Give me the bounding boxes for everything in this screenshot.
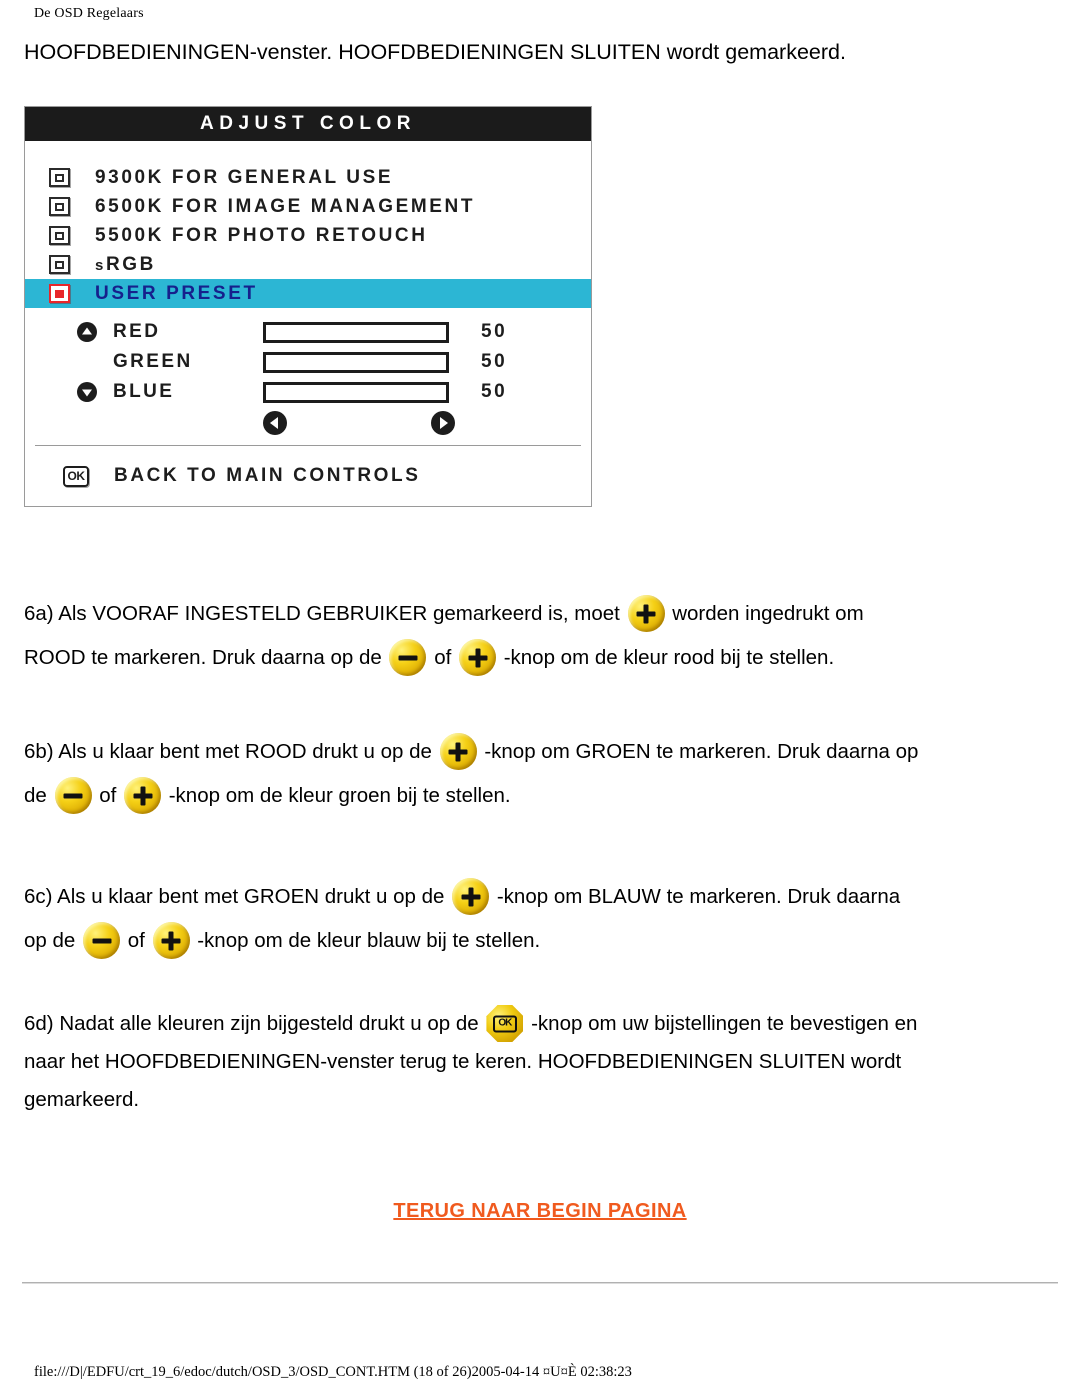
up-arrow-icon[interactable] (71, 322, 103, 342)
ok-button-icon[interactable]: OK (486, 1005, 524, 1042)
text-segment: -knop om uw bijstellingen te bevestigen … (531, 1012, 918, 1035)
down-arrow-icon[interactable] (71, 382, 103, 402)
back-to-top-container: TERUG NAAR BEGIN PAGINA (0, 1200, 1080, 1223)
osd-preset-row-6500k[interactable]: 6500K FOR IMAGE MANAGEMENT (25, 192, 591, 221)
osd-back-label: BACK TO MAIN CONTROLS (114, 465, 421, 486)
text-segment: -knop om GROEN te markeren. Druk daarna … (484, 740, 919, 763)
plus-button-icon[interactable] (452, 878, 490, 915)
paragraph-6d-line-3: gemarkeerd. (24, 1088, 140, 1111)
text-segment: -knop om BLAUW te markeren. Druk daarna (496, 885, 901, 908)
osd-top-spacer (25, 141, 591, 163)
page-footer-path: file:///D|/EDFU/crt_19_6/edoc/dutch/OSD_… (34, 1364, 632, 1380)
text-segment: de (24, 784, 47, 807)
paragraph-6b-line-2: de of -knop om de kleur groen bij te ste… (24, 774, 1064, 818)
osd-color-label: GREEN (113, 351, 193, 372)
osd-adjust-color-panel: ADJUST COLOR 9300K FOR GENERAL USE 6500K… (24, 106, 592, 507)
osd-preset-row-5500k[interactable]: 5500K FOR PHOTO RETOUCH (25, 221, 591, 250)
red-slider-value: 50 (481, 321, 508, 342)
text-segment: worden ingedrukt om (672, 602, 864, 625)
back-to-top-link[interactable]: TERUG NAAR BEGIN PAGINA (393, 1200, 686, 1222)
osd-nav-arrows (25, 407, 591, 439)
text-segment: of (99, 784, 117, 807)
text-segment: -knop om de kleur blauw bij te stellen. (197, 929, 541, 952)
osd-color-row-green[interactable]: GREEN 50 (25, 347, 591, 377)
text-segment: 6c) Als u klaar bent met GROEN drukt u o… (24, 885, 445, 908)
paragraph-6a-line-1: 6a) Als VOORAF INGESTELD GEBRUIKER gemar… (24, 592, 1064, 636)
paragraph-6a-line-2: ROOD te markeren. Druk daarna op de of -… (24, 636, 1064, 680)
osd-color-row-blue[interactable]: BLUE 50 (25, 377, 591, 407)
green-slider[interactable] (263, 351, 449, 373)
intro-paragraph: HOOFDBEDIENINGEN-venster. HOOFDBEDIENING… (24, 40, 846, 64)
blue-slider-value: 50 (481, 381, 508, 402)
red-slider[interactable] (263, 321, 449, 343)
right-arrow-icon[interactable] (431, 411, 455, 435)
text-segment: -knop om de kleur rood bij te stellen. (503, 646, 835, 669)
osd-preset-label: sRGB (95, 253, 156, 275)
osd-color-label: BLUE (113, 381, 175, 402)
paragraph-6b: 6b) Als u klaar bent met ROOD drukt u op… (24, 730, 1064, 818)
plus-button-icon[interactable] (152, 922, 190, 959)
paragraph-6c: 6c) Als u klaar bent met GROEN drukt u o… (24, 875, 1064, 963)
plus-button-icon[interactable] (439, 733, 477, 770)
osd-preset-label: USER PRESET (95, 282, 258, 304)
plus-button-icon[interactable] (459, 639, 496, 676)
radio-unselected-icon[interactable] (49, 197, 70, 216)
osd-title: ADJUST COLOR (25, 107, 591, 141)
page-header-title: De OSD Regelaars (34, 6, 144, 21)
radio-unselected-icon[interactable] (49, 168, 70, 187)
osd-color-label: RED (113, 321, 161, 342)
text-segment: 6a) Als VOORAF INGESTELD GEBRUIKER gemar… (24, 602, 620, 625)
paragraph-6d-line-2: naar het HOOFDBEDIENINGEN-venster terug … (24, 1050, 902, 1073)
horizontal-rule (22, 1282, 1058, 1284)
osd-preset-row-srgb[interactable]: sRGB (25, 250, 591, 279)
plus-button-icon[interactable] (627, 595, 665, 632)
osd-color-sliders: RED 50 GREEN 50 BLUE 50 (25, 308, 591, 439)
plus-button-icon[interactable] (124, 777, 162, 814)
text-segment: of (127, 929, 145, 952)
paragraph-6d: 6d) Nadat alle kleuren zijn bijgesteld d… (24, 1005, 1064, 1119)
osd-preset-label: 5500K FOR PHOTO RETOUCH (95, 224, 428, 246)
osd-body: 9300K FOR GENERAL USE 6500K FOR IMAGE MA… (25, 141, 591, 506)
radio-unselected-icon[interactable] (49, 226, 70, 245)
ok-icon-label: OK (492, 1015, 517, 1032)
text-segment: 6b) Als u klaar bent met ROOD drukt u op… (24, 740, 432, 763)
paragraph-6c-line-2: op de of -knop om de kleur blauw bij te … (24, 919, 1064, 963)
osd-preset-label: 9300K FOR GENERAL USE (95, 166, 394, 188)
paragraph-6a: 6a) Als VOORAF INGESTELD GEBRUIKER gemar… (24, 592, 1064, 680)
radio-unselected-icon[interactable] (49, 255, 70, 274)
osd-preset-label: 6500K FOR IMAGE MANAGEMENT (95, 195, 476, 217)
text-segment: ROOD te markeren. Druk daarna op de (24, 646, 382, 669)
green-slider-value: 50 (481, 351, 508, 372)
text-segment: of (434, 646, 452, 669)
left-arrow-icon[interactable] (263, 411, 287, 435)
blue-slider[interactable] (263, 381, 449, 403)
minus-button-icon[interactable] (54, 777, 92, 814)
minus-button-icon[interactable] (389, 639, 427, 676)
osd-back-to-main-controls-row[interactable]: OK BACK TO MAIN CONTROLS (25, 446, 591, 506)
paragraph-6d-line-1: 6d) Nadat alle kleuren zijn bijgesteld d… (24, 1005, 1064, 1043)
osd-preset-row-user-preset[interactable]: USER PRESET (25, 279, 591, 308)
radio-selected-icon[interactable] (49, 284, 70, 303)
osd-color-row-red[interactable]: RED 50 (25, 317, 591, 347)
text-segment: -knop om de kleur groen bij te stellen. (168, 784, 511, 807)
text-segment: op de (24, 929, 76, 952)
osd-preset-row-9300k[interactable]: 9300K FOR GENERAL USE (25, 163, 591, 192)
paragraph-6c-line-1: 6c) Als u klaar bent met GROEN drukt u o… (24, 875, 1064, 919)
paragraph-6b-line-1: 6b) Als u klaar bent met ROOD drukt u op… (24, 730, 1064, 774)
minus-button-icon[interactable] (83, 922, 121, 959)
text-segment: 6d) Nadat alle kleuren zijn bijgesteld d… (24, 1012, 479, 1035)
ok-icon[interactable]: OK (63, 465, 89, 487)
